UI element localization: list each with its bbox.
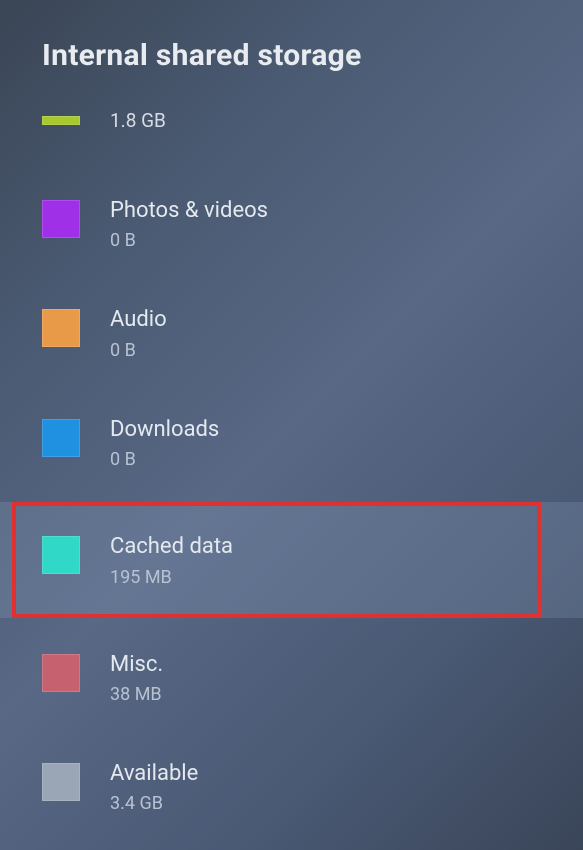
color-swatch (42, 763, 80, 801)
item-size: 0 B (110, 340, 167, 361)
storage-item-audio[interactable]: Audio 0 B (0, 295, 583, 372)
item-label: Audio (110, 307, 167, 333)
item-text: 1.8 GB (110, 109, 166, 132)
page-title: Internal shared storage (42, 38, 583, 73)
item-size: 3.4 GB (110, 793, 198, 814)
storage-item-available[interactable]: Available 3.4 GB (0, 749, 583, 826)
item-text: Photos & videos 0 B (110, 198, 268, 251)
item-text: Available 3.4 GB (110, 761, 198, 814)
item-label: Available (110, 761, 198, 787)
color-swatch (42, 419, 80, 457)
item-size: 0 B (110, 230, 268, 251)
header: Internal shared storage (0, 0, 583, 103)
color-swatch (42, 116, 80, 125)
item-text: Misc. 38 MB (110, 652, 163, 705)
item-label: Photos & videos (110, 198, 268, 224)
item-text: Downloads 0 B (110, 417, 219, 470)
item-size: 195 MB (110, 567, 233, 588)
storage-item-apps[interactable]: 1.8 GB (0, 97, 583, 144)
color-swatch (42, 309, 80, 347)
highlight-border (12, 502, 541, 617)
item-text: Audio 0 B (110, 307, 167, 360)
item-text: Cached data 195 MB (110, 534, 233, 587)
item-size: 1.8 GB (110, 109, 166, 132)
item-label: Downloads (110, 417, 219, 443)
color-swatch (42, 536, 80, 574)
storage-item-photos-videos[interactable]: Photos & videos 0 B (0, 186, 583, 263)
color-swatch (42, 654, 80, 692)
storage-item-downloads[interactable]: Downloads 0 B (0, 405, 583, 482)
color-swatch (42, 200, 80, 238)
item-size: 38 MB (110, 684, 163, 705)
storage-item-misc[interactable]: Misc. 38 MB (0, 640, 583, 717)
storage-item-cached-data[interactable]: Cached data 195 MB (0, 502, 583, 617)
item-label: Cached data (110, 534, 233, 560)
storage-list: 1.8 GB Photos & videos 0 B Audio 0 B Dow… (0, 97, 583, 826)
item-label: Misc. (110, 652, 163, 678)
item-size: 0 B (110, 449, 219, 470)
